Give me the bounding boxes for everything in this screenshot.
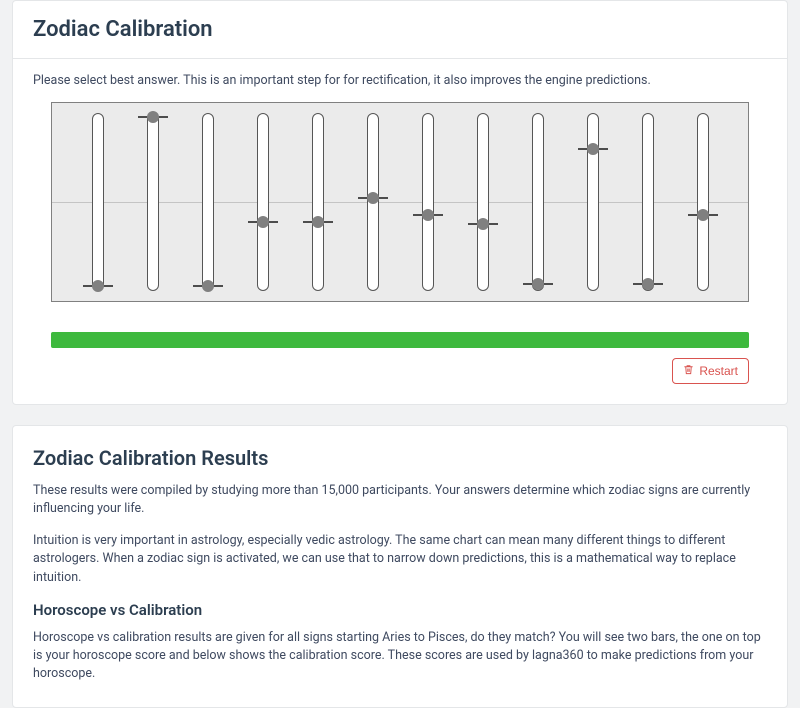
progress-bar (51, 332, 749, 348)
chart-bar[interactable] (125, 113, 180, 291)
calibration-body: Please select best answer. This is an im… (13, 59, 787, 404)
chart-bar[interactable] (180, 113, 235, 291)
chart-bar[interactable] (345, 113, 400, 291)
chart-bar[interactable] (400, 113, 455, 291)
results-p3: Horoscope vs calibration results are giv… (33, 629, 767, 683)
results-p1: These results were compiled by studying … (33, 482, 767, 518)
chart-bar[interactable] (290, 113, 345, 291)
intro-text: Please select best answer. This is an im… (33, 73, 767, 88)
page-title: Zodiac Calibration (33, 17, 767, 42)
results-card: Zodiac Calibration Results These results… (12, 425, 788, 708)
calibration-card: Zodiac Calibration Please select best an… (12, 0, 788, 405)
results-body: Zodiac Calibration Results These results… (13, 426, 787, 707)
chart-bar[interactable] (70, 113, 125, 291)
restart-label: Restart (699, 364, 738, 378)
results-subheading: Horoscope vs Calibration (33, 601, 767, 619)
restart-row: Restart (51, 358, 749, 384)
chart-bar[interactable] (455, 113, 510, 291)
chart-bar[interactable] (675, 113, 730, 291)
calibration-chart (51, 102, 749, 302)
progress-wrap (51, 332, 749, 348)
chart-bar[interactable] (565, 113, 620, 291)
results-p2: Intuition is very important in astrology… (33, 532, 767, 586)
chart-bar[interactable] (235, 113, 290, 291)
results-heading: Zodiac Calibration Results (33, 446, 767, 470)
chart-bar[interactable] (510, 113, 565, 291)
restart-button[interactable]: Restart (672, 358, 749, 384)
calibration-header: Zodiac Calibration (13, 1, 787, 59)
chart-bar[interactable] (620, 113, 675, 291)
trash-icon (683, 364, 694, 378)
